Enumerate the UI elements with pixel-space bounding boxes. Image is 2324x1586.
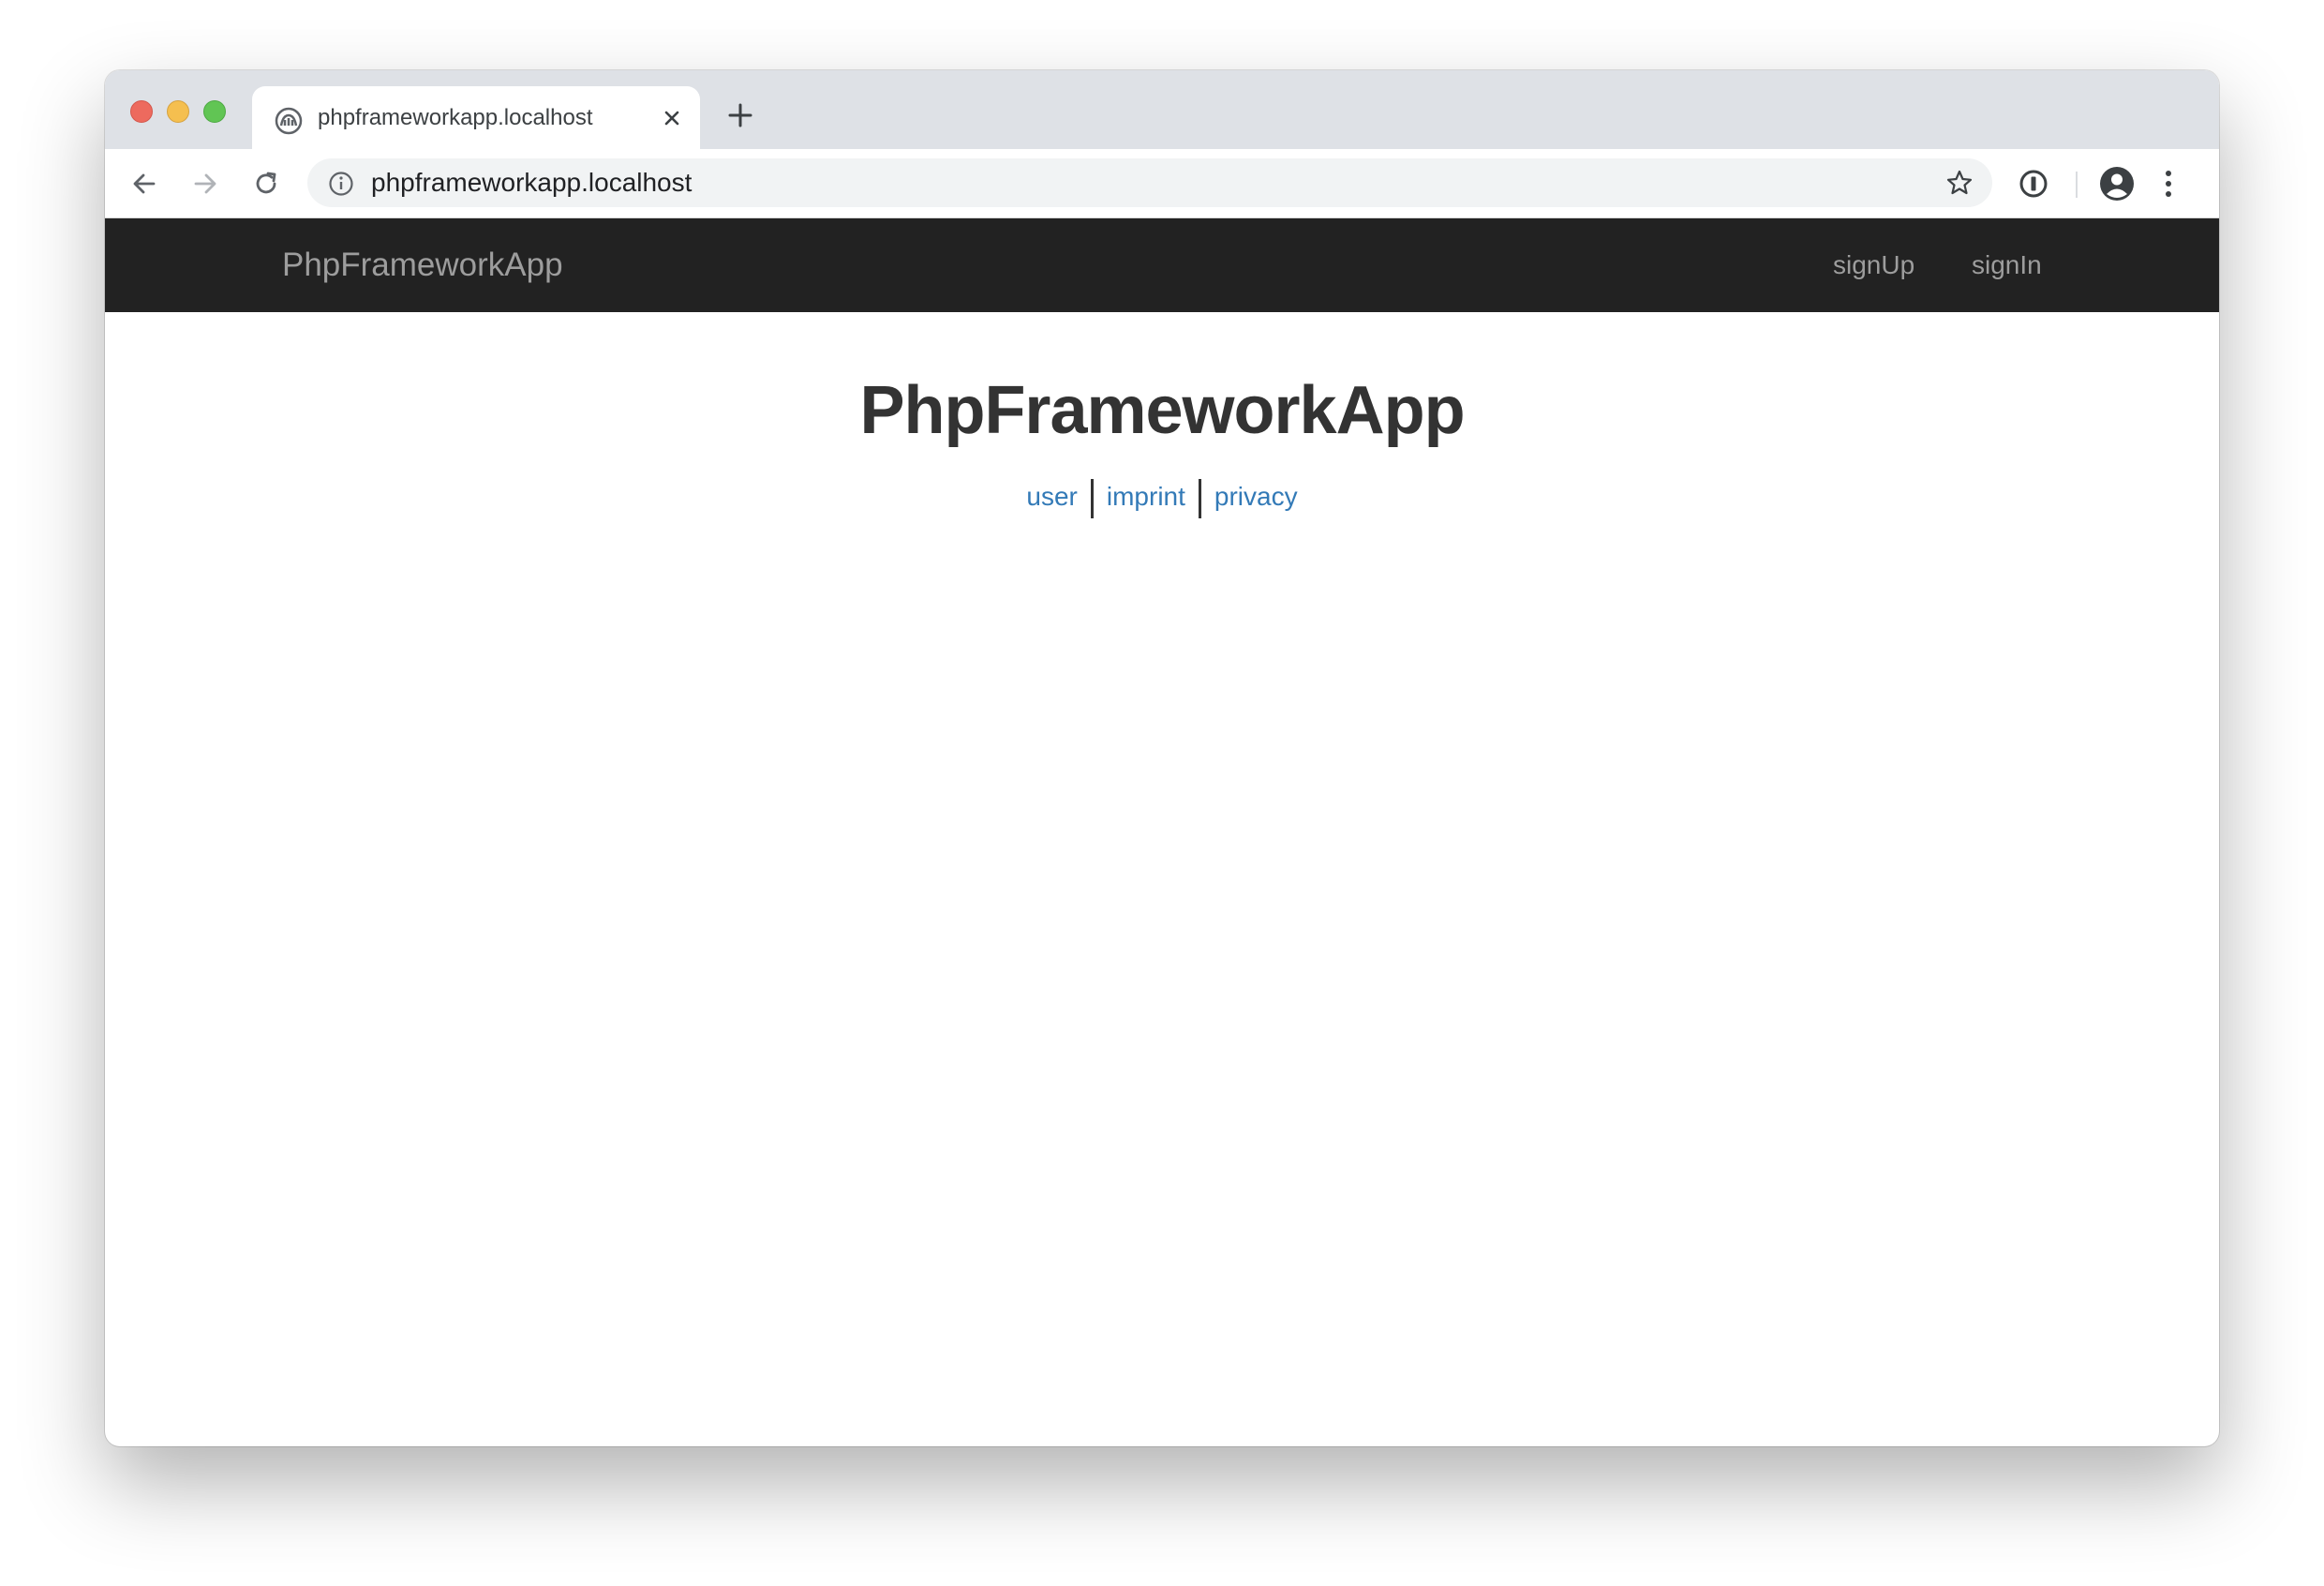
link-divider <box>1198 478 1201 518</box>
kebab-menu-icon[interactable] <box>2163 170 2174 198</box>
close-window-button[interactable] <box>130 100 153 123</box>
browser-tab[interactable]: phpframeworkapp.localhost <box>252 86 700 149</box>
site-favicon-icon <box>275 107 303 135</box>
maximize-window-button[interactable] <box>203 100 226 123</box>
reload-icon[interactable] <box>252 170 280 198</box>
link-privacy[interactable]: privacy <box>1214 482 1298 511</box>
site-navbar: PhpFrameworkApp signUp signIn <box>105 218 2219 312</box>
browser-toolbar: phpframeworkapp.localhost <box>105 149 2219 218</box>
info-icon[interactable] <box>328 171 354 197</box>
tab-strip: phpframeworkapp.localhost <box>105 70 2219 149</box>
nav-link-signup[interactable]: signUp <box>1833 218 1914 312</box>
address-bar[interactable]: phpframeworkapp.localhost <box>307 158 1992 207</box>
navbar-brand[interactable]: PhpFrameworkApp <box>282 218 563 312</box>
arrow-left-icon[interactable] <box>130 170 158 198</box>
url-text[interactable]: phpframeworkapp.localhost <box>371 158 692 207</box>
link-user[interactable]: user <box>1026 482 1077 511</box>
nav-link-signin[interactable]: signIn <box>1972 218 2042 312</box>
tab-title: phpframeworkapp.localhost <box>318 105 593 130</box>
plus-icon[interactable] <box>725 100 755 130</box>
arrow-right-icon[interactable] <box>191 170 219 198</box>
link-divider <box>1090 478 1094 518</box>
browser-window: phpframeworkapp.localhost phpframeworkap… <box>105 70 2219 1446</box>
link-imprint[interactable]: imprint <box>1107 482 1185 511</box>
star-icon[interactable] <box>1945 169 1974 197</box>
close-icon[interactable] <box>661 107 683 129</box>
minimize-window-button[interactable] <box>167 100 189 123</box>
footer-links: user imprint privacy <box>105 476 2219 518</box>
account-circle-icon[interactable] <box>2099 166 2135 202</box>
toolbar-separator <box>2076 172 2078 198</box>
page-title: PhpFrameworkApp <box>859 373 1465 448</box>
password-manager-icon[interactable] <box>2019 169 2048 199</box>
